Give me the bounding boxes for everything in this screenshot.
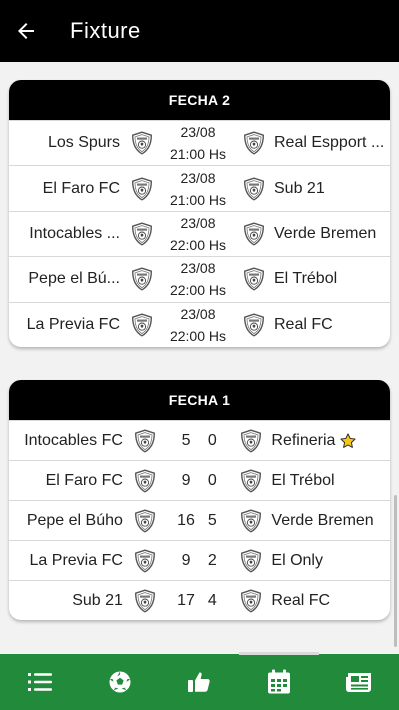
team-shield-icon [239,589,263,613]
calendar-icon [268,669,291,694]
match-date: 23/08 [180,260,216,277]
team-shield-icon [133,429,157,453]
home-team: Los Spurs [47,134,120,152]
result-row[interactable]: Pepe el Búho 16 5 Verde Bremen [9,500,390,540]
team-shield-icon [239,549,263,573]
bottom-navigation [0,652,399,710]
away-team: Verde Bremen [271,511,374,529]
arrow-left-icon [18,23,34,39]
home-team: Pepe el Búho [26,511,123,529]
round-card-results: FECHA 1 Intocables FC 5 0 Refineria El F… [9,380,390,620]
team-shield-icon [239,429,263,453]
team-shield-icon [133,469,157,493]
away-team: Real FC [271,591,331,609]
away-score: 4 [207,591,217,609]
team-shield-icon [130,222,154,246]
list-icon [27,673,52,691]
away-team: Real FC [274,315,333,333]
team-shield-icon [239,469,263,493]
team-shield-icon [133,549,157,573]
away-team: El Trébol [274,270,338,288]
away-score: 5 [207,511,217,529]
team-shield-icon [242,222,266,246]
match-time: 22:00 Hs [169,327,227,344]
match-datetime: 23/08 22:00 Hs [154,257,242,301]
team-shield-icon [242,131,266,155]
home-score: 16 [177,511,195,529]
match-datetime: 23/08 22:00 Hs [154,303,242,347]
match-row[interactable]: El Faro FC 23/08 21:00 Hs Sub 21 [9,165,390,210]
round-header: FECHA 2 [9,80,390,120]
away-team: Real Espport ... [274,134,385,152]
away-team: Refineria [271,431,336,449]
home-team: Sub 21 [72,591,123,609]
away-team: El Trébol [271,471,335,489]
result-row[interactable]: Sub 21 17 4 Real FC [9,580,390,620]
star-icon [339,432,357,450]
nav-item-matches[interactable] [80,654,160,710]
nav-item-standings[interactable] [0,654,80,710]
team-shield-icon [133,509,157,533]
away-score: 0 [207,431,217,449]
match-datetime: 23/08 21:00 Hs [154,121,242,165]
home-score: 9 [181,471,191,489]
home-team: La Previa FC [26,315,120,333]
team-shield-icon [242,313,266,337]
team-shield-icon [130,313,154,337]
newspaper-icon [346,673,372,692]
match-time: 22:00 Hs [169,236,227,253]
app-bar: Fixture [0,0,399,62]
fixture-list[interactable]: FECHA 2 Los Spurs 23/08 21:00 Hs Real Es… [0,62,399,654]
match-time: 21:00 Hs [169,191,227,208]
home-score: 17 [177,591,195,609]
match-time: 21:00 Hs [169,146,227,163]
nav-item-fixture[interactable] [239,652,319,710]
page-title: Fixture [70,18,141,43]
match-time: 22:00 Hs [169,282,227,299]
home-team: Intocables ... [29,224,120,242]
match-row[interactable]: Intocables ... 23/08 22:00 Hs Verde Brem… [9,210,390,256]
match-date: 23/08 [180,124,216,141]
match-row[interactable]: La Previa FC 23/08 22:00 Hs Real FC [9,301,390,347]
result-row[interactable]: La Previa FC 9 2 El Only [9,540,390,580]
team-shield-icon [130,267,154,291]
home-team: Intocables FC [24,431,123,449]
result-row[interactable]: Intocables FC 5 0 Refineria [9,420,390,460]
away-team: Sub 21 [274,179,325,197]
home-team: La Previa FC [29,551,123,569]
match-date: 23/08 [180,305,216,322]
team-shield-icon [242,177,266,201]
team-shield-icon [130,131,154,155]
away-team-cell: Refineria [263,432,390,450]
home-team: Pepe el Bú... [28,270,120,288]
team-shield-icon [133,589,157,613]
team-shield-icon [242,267,266,291]
nav-item-favorites[interactable] [160,654,240,710]
match-datetime: 23/08 21:00 Hs [154,167,242,211]
home-team: El Faro FC [45,471,123,489]
home-score: 5 [181,431,191,449]
match-date: 23/08 [180,214,216,231]
away-score: 2 [207,551,217,569]
thumbs-up-icon [188,672,211,692]
match-row[interactable]: Los Spurs 23/08 21:00 Hs Real Espport ..… [9,120,390,165]
team-shield-icon [239,509,263,533]
team-shield-icon [130,177,154,201]
round-card-upcoming: FECHA 2 Los Spurs 23/08 21:00 Hs Real Es… [9,80,390,347]
match-datetime: 23/08 22:00 Hs [154,212,242,256]
home-score: 9 [181,551,191,569]
match-row[interactable]: Pepe el Bú... 23/08 22:00 Hs El Trébol [9,256,390,301]
soccer-ball-icon [109,671,131,693]
round-header: FECHA 1 [9,380,390,420]
result-row[interactable]: El Faro FC 9 0 El Trébol [9,460,390,500]
away-score: 0 [207,471,217,489]
scrollbar[interactable] [394,495,397,647]
away-team: Verde Bremen [274,224,377,242]
away-team: El Only [271,551,323,569]
nav-item-news[interactable] [319,654,399,710]
back-button[interactable] [0,0,54,62]
home-team: El Faro FC [42,179,120,197]
match-date: 23/08 [180,169,216,186]
